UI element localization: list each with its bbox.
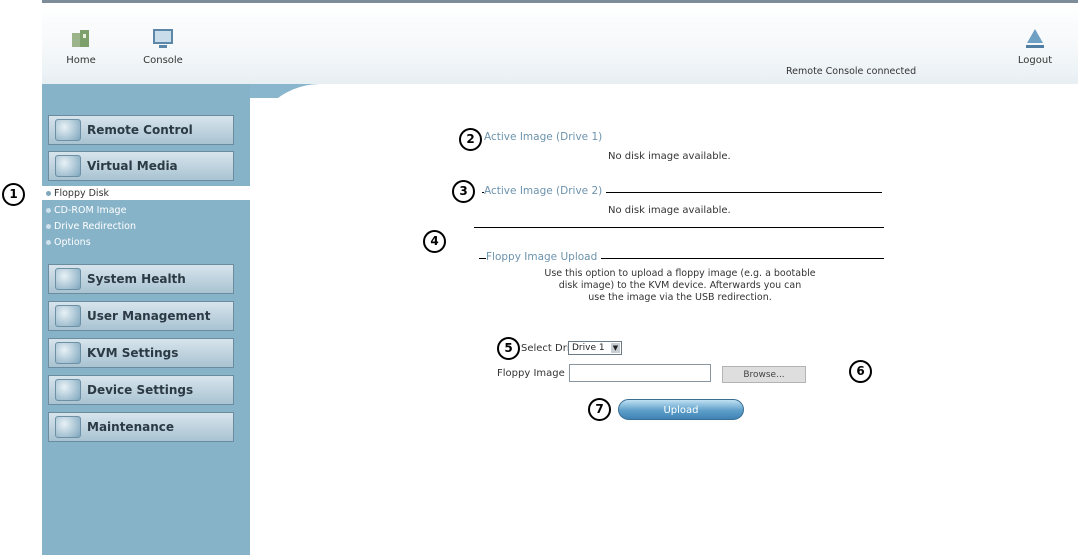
callout-marker: 2	[459, 128, 482, 151]
sidebar-group-label: Maintenance	[87, 420, 175, 434]
home-label: Home	[66, 55, 96, 66]
home-icon	[72, 30, 89, 47]
floppy-image-file-input[interactable]	[569, 364, 711, 382]
sidebar-group-user-management[interactable]: User Management	[48, 301, 234, 331]
sidebar-group-device-settings[interactable]: Device Settings	[48, 375, 234, 405]
logout-icon	[1026, 29, 1044, 48]
sidebar-item-cd-rom-image[interactable]: CD-ROM Image	[42, 203, 126, 217]
drive2-title: Active Image (Drive 2)	[484, 185, 607, 197]
connection-status: Remote Console connected	[786, 66, 917, 77]
description-line: use the image via the USB redirection.	[588, 292, 772, 303]
bullet-icon	[46, 239, 51, 245]
description-line: Use this option to upload a floppy image…	[544, 268, 816, 279]
top-bar: Home Console Remote Console connected Lo…	[42, 0, 1078, 87]
console-label: Console	[143, 55, 183, 66]
sidebar-item-options[interactable]: Options	[42, 235, 91, 249]
chevron-down-icon: ▼	[611, 343, 620, 353]
sidebar-group-label: System Health	[87, 272, 186, 286]
drive1-title: Active Image (Drive 1)	[484, 131, 607, 143]
sidebar-group-label: Remote Control	[87, 123, 193, 137]
logout-label: Logout	[1017, 55, 1053, 66]
sidebar-group-label: Device Settings	[87, 383, 194, 397]
sidebar-group-label: User Management	[87, 309, 211, 323]
home-button[interactable]: Home	[56, 25, 106, 66]
sidebar-item-label: Options	[54, 236, 91, 248]
maintenance-icon	[55, 416, 81, 438]
drive2-status: No disk image available.	[608, 205, 731, 216]
sidebar-item-label: Drive Redirection	[54, 220, 136, 232]
bullet-icon	[46, 207, 51, 213]
console-icon	[153, 29, 173, 48]
sidebar-group-maintenance[interactable]: Maintenance	[48, 412, 234, 442]
callout-marker: 6	[849, 360, 872, 383]
sidebar-group-label: Virtual Media	[87, 159, 178, 173]
callout-marker: 4	[423, 230, 446, 253]
sidebar-group-virtual-media[interactable]: Virtual Media	[48, 151, 234, 181]
upload-button[interactable]: Upload	[618, 399, 744, 420]
health-icon	[55, 268, 81, 290]
sidebar-group-remote-control[interactable]: Remote Control	[48, 115, 234, 145]
logout-button[interactable]: Logout	[1010, 25, 1060, 66]
browse-button[interactable]: Browse...	[722, 366, 806, 383]
select-drive-dropdown[interactable]: Drive 1 ▼	[568, 341, 622, 355]
monitor-icon	[55, 119, 81, 141]
callout-marker: 5	[497, 337, 520, 360]
divider	[474, 227, 884, 228]
disc-icon	[55, 155, 81, 177]
sidebar-group-system-health[interactable]: System Health	[48, 264, 234, 294]
users-icon	[55, 305, 81, 327]
description-line: disk image) to the KVM device. Afterward…	[558, 280, 802, 291]
callout-marker: 7	[588, 398, 611, 421]
upload-description: Use this option to upload a floppy image…	[470, 268, 890, 304]
sidebar-item-drive-redirection[interactable]: Drive Redirection	[42, 219, 136, 233]
sidebar-item-label: Floppy Disk	[54, 187, 110, 199]
callout-marker: 3	[452, 180, 475, 203]
sidebar-group-label: KVM Settings	[87, 346, 179, 360]
sidebar-group-kvm-settings[interactable]: KVM Settings	[48, 338, 234, 368]
select-drive-value: Drive 1	[572, 343, 605, 353]
device-icon	[55, 379, 81, 401]
bullet-icon	[46, 223, 51, 229]
bullet-icon	[46, 190, 51, 196]
sidebar-item-label: CD-ROM Image	[54, 204, 127, 216]
console-button[interactable]: Console	[138, 25, 188, 66]
callout-marker: 1	[2, 183, 25, 206]
upload-title: Floppy Image Upload	[486, 251, 602, 263]
kvm-icon	[55, 342, 81, 364]
drive1-status: No disk image available.	[608, 151, 731, 162]
